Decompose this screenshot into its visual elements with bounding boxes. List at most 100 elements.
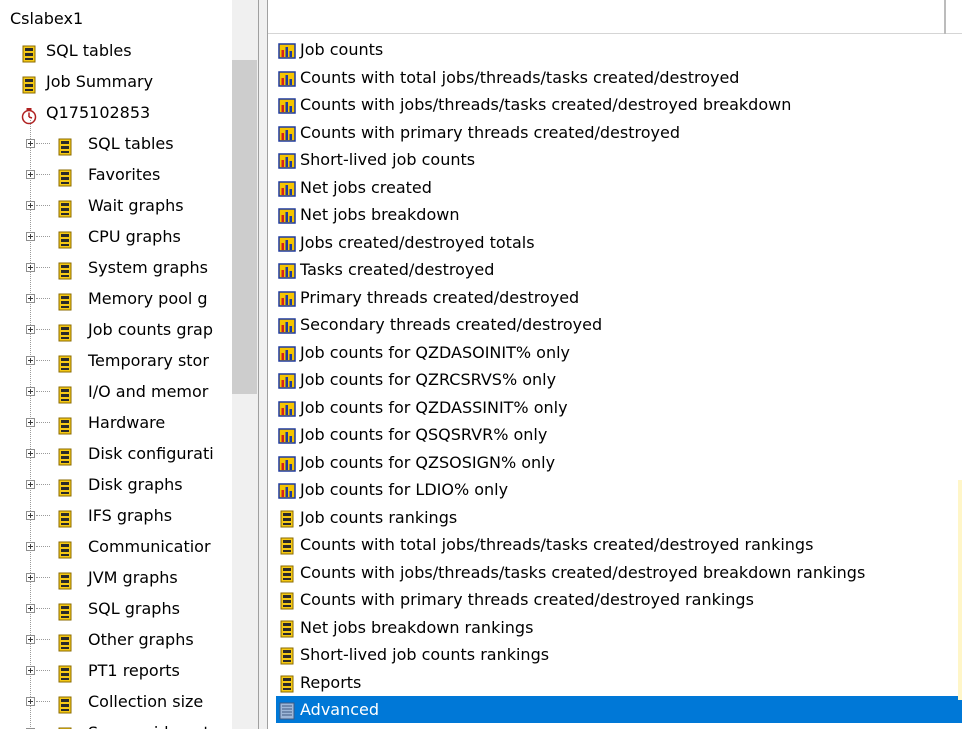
tree-item-job-counts-grap[interactable]: Job counts grap (0, 314, 232, 345)
list-item-label: Tasks created/destroyed (300, 260, 495, 279)
folder-icon (56, 476, 74, 497)
tree-item-ifs-graphs[interactable]: IFS graphs (0, 500, 232, 531)
tree-item-sql-graphs[interactable]: SQL graphs (0, 593, 232, 624)
expand-plus-icon[interactable] (26, 325, 35, 334)
expand-plus-icon[interactable] (26, 263, 35, 272)
pane-splitter[interactable] (258, 0, 268, 729)
expand-plus-icon[interactable] (26, 542, 35, 551)
expand-plus-icon[interactable] (26, 511, 35, 520)
expand-plus-icon[interactable] (26, 139, 35, 148)
tree-connector-branch (36, 174, 50, 175)
tree-item-memory-pool-g[interactable]: Memory pool g (0, 283, 232, 314)
list-item-label: Reports (300, 672, 362, 692)
tree-item-server-side-outp[interactable]: Server side outp (0, 717, 232, 729)
tree-item-cpu-graphs[interactable]: CPU graphs (0, 221, 232, 252)
tree-connector-branch (36, 608, 50, 609)
expand-plus-icon[interactable] (26, 697, 35, 706)
expand-plus-icon[interactable] (26, 418, 35, 427)
folder-icon (56, 352, 74, 373)
tree-item-label: Other graphs (88, 630, 194, 649)
tree-item-label: I/O and memor (88, 382, 209, 401)
tree-item-label: IFS graphs (88, 506, 173, 525)
tree-item-favorites[interactable]: Favorites (0, 159, 232, 190)
tree-item-i-o-and-memor[interactable]: I/O and memor (0, 376, 232, 407)
expand-plus-icon[interactable] (26, 387, 35, 396)
tree-connector-branch (36, 205, 50, 206)
tree-item-system-graphs[interactable]: System graphs (0, 252, 232, 283)
tree-item-other-graphs[interactable]: Other graphs (0, 624, 232, 655)
folder-icon (56, 228, 74, 249)
folder-icon (278, 674, 296, 692)
tree-item-communicatior[interactable]: Communicatior (0, 531, 232, 562)
chart-icon (278, 261, 296, 279)
tree-scrollbar-thumb[interactable] (232, 60, 257, 394)
column-header-divider[interactable] (944, 0, 946, 34)
folder-icon (56, 166, 74, 187)
advanced-icon (278, 701, 296, 720)
folder-icon (56, 414, 74, 435)
chart-icon (278, 96, 296, 114)
tree-item-label: JVM graphs (88, 568, 178, 587)
tree-item-wait-graphs[interactable]: Wait graphs (0, 190, 232, 221)
folder-icon (278, 646, 296, 665)
tree-item-label: Memory pool g (88, 289, 208, 308)
tree-item-label: Temporary stor (88, 351, 209, 370)
list-column-header[interactable] (268, 0, 962, 34)
list-item-advanced[interactable]: Advanced (276, 696, 962, 723)
tree-item-disk-graphs[interactable]: Disk graphs (0, 469, 232, 500)
tree-item-hardware[interactable]: Hardware (0, 407, 232, 438)
expand-plus-icon[interactable] (26, 480, 35, 489)
tree-item-job-summary[interactable]: Job Summary (0, 66, 232, 97)
folder-icon (56, 507, 74, 528)
expand-plus-icon[interactable] (26, 666, 35, 675)
tree-item-label: PT1 reports (88, 661, 180, 680)
list-item-label: Counts with primary threads created/dest… (300, 590, 754, 609)
folder-icon (20, 42, 38, 63)
navigation-tree[interactable]: Cslabex1 SQL tables Job Summary Q175102853… (0, 0, 232, 729)
graph-list-pane[interactable]: Job counts Counts with total jobs/threads… (268, 0, 962, 729)
folder-icon (56, 693, 74, 714)
chart-icon (278, 69, 296, 87)
expand-plus-icon[interactable] (26, 449, 35, 458)
expand-plus-icon[interactable] (26, 170, 35, 179)
expand-plus-icon[interactable] (26, 294, 35, 303)
list-item-label: Job counts (300, 40, 384, 59)
list-item-label: Net jobs breakdown rankings (300, 617, 534, 637)
tree-item-collection-size[interactable]: Collection size (0, 686, 232, 717)
tree-item-label: Disk graphs (88, 475, 183, 494)
folder-icon (56, 135, 74, 156)
tree-connector-branch (36, 546, 50, 547)
chart-icon (278, 151, 296, 169)
tree-item-disk-configurati[interactable]: Disk configurati (0, 438, 232, 469)
tree-root-label: Cslabex1 (10, 9, 84, 28)
collection-icon (20, 104, 38, 125)
tree-connector-branch (36, 329, 50, 330)
tree-connector-branch (36, 422, 50, 423)
expand-plus-icon[interactable] (26, 635, 35, 644)
expand-plus-icon[interactable] (26, 201, 35, 210)
tree-item-label: Server side outp (88, 717, 220, 729)
folder-icon (56, 631, 74, 652)
folder-icon (278, 591, 296, 610)
expand-plus-icon[interactable] (26, 232, 35, 241)
list-item-label: Job counts for QZDASSINIT% only (300, 397, 568, 417)
tree-connector-branch (36, 670, 50, 671)
list-item-label: Job counts for QSQSRVR% only (300, 425, 548, 444)
tree-item-sql-tables[interactable]: SQL tables (0, 35, 232, 66)
tree-item-temporary-stor[interactable]: Temporary stor (0, 345, 232, 376)
expand-plus-icon[interactable] (26, 604, 35, 613)
folder-icon (56, 383, 74, 404)
tree-item-label: Wait graphs (88, 196, 184, 215)
folder-icon (56, 197, 74, 218)
tree-item-sql-tables[interactable]: SQL tables (0, 128, 232, 159)
expand-plus-icon[interactable] (26, 573, 35, 582)
folder-icon (56, 445, 74, 466)
expand-plus-icon[interactable] (26, 356, 35, 365)
tree-item-q175102853[interactable]: Q175102853 (0, 97, 232, 128)
tree-item-pt1-reports[interactable]: PT1 reports (0, 655, 232, 686)
list-item-label: Job counts for QZDASOINIT% only (300, 342, 570, 362)
list-item-label: Counts with total jobs/threads/tasks cre… (300, 67, 740, 87)
tree-item-jvm-graphs[interactable]: JVM graphs (0, 562, 232, 593)
chart-icon (278, 289, 296, 307)
folder-icon (56, 600, 74, 621)
